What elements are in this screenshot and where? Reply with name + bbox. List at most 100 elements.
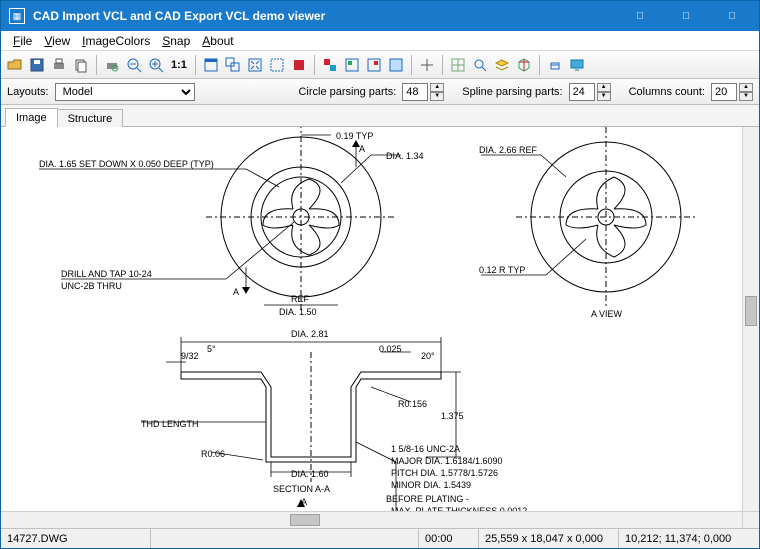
tab-structure[interactable]: Structure <box>57 109 124 127</box>
tab-strip: Image Structure <box>1 105 759 127</box>
fit-icon[interactable] <box>245 55 265 75</box>
toolbar: 1:1 <box>1 51 759 79</box>
save-icon[interactable] <box>27 55 47 75</box>
svg-text:1.375: 1.375 <box>441 411 464 421</box>
horizontal-scrollbar[interactable] <box>1 511 759 528</box>
spline-spinner[interactable]: ▲▼ <box>569 83 611 101</box>
layer4-icon[interactable] <box>386 55 406 75</box>
svg-text:1 5/8-16 UNC-2A: 1 5/8-16 UNC-2A <box>391 444 460 454</box>
status-coords: 10,212; 11,374; 0,000 <box>619 529 759 548</box>
svg-text:REF: REF <box>291 294 310 304</box>
svg-text:0.19 TYP: 0.19 TYP <box>336 131 373 141</box>
vertical-scrollbar[interactable] <box>742 127 759 511</box>
circle-label: Circle parsing parts: <box>298 86 396 98</box>
spline-up[interactable]: ▲ <box>597 83 611 92</box>
svg-text:SECTION A-A: SECTION A-A <box>273 484 330 494</box>
status-extent: 25,559 x 18,047 x 0,000 <box>479 529 619 548</box>
cad-drawing: DIA. 1.65 SET DOWN X 0.050 DEEP (TYP) DR… <box>1 127 731 511</box>
v-thumb[interactable] <box>745 296 757 326</box>
circle-spinner[interactable]: ▲▼ <box>402 83 444 101</box>
monitor-icon[interactable] <box>567 55 587 75</box>
menu-imagecolors[interactable]: ImageColors <box>76 32 156 50</box>
spline-input[interactable] <box>569 83 595 101</box>
zoom-reset-button[interactable]: 1:1 <box>168 55 190 75</box>
columns-down[interactable]: ▼ <box>739 92 753 101</box>
close-button[interactable]:  <box>709 1 755 31</box>
svg-text:9/32: 9/32 <box>181 351 199 361</box>
columns-spinner[interactable]: ▲▼ <box>711 83 753 101</box>
svg-text:PITCH DIA. 1.5778/1.5726: PITCH DIA. 1.5778/1.5726 <box>391 468 498 478</box>
circle-down[interactable]: ▼ <box>430 92 444 101</box>
grid-icon[interactable] <box>448 55 468 75</box>
svg-text:20°: 20° <box>421 351 435 361</box>
spline-label: Spline parsing parts: <box>462 86 562 98</box>
svg-text:DIA. 1.34: DIA. 1.34 <box>386 151 424 161</box>
layouts-select[interactable]: Model <box>55 83 195 101</box>
drawing-canvas[interactable]: DIA. 1.65 SET DOWN X 0.050 DEEP (TYP) DR… <box>1 127 742 511</box>
svg-text:THD LENGTH: THD LENGTH <box>141 419 199 429</box>
svg-text:BEFORE PLATING -: BEFORE PLATING - <box>386 494 469 504</box>
svg-text:DIA. 1.65 SET DOWN X 0.050 DEE: DIA. 1.65 SET DOWN X 0.050 DEEP (TYP) <box>39 159 214 169</box>
menu-snap[interactable]: Snap <box>156 32 196 50</box>
svg-text:0.12 R TYP: 0.12 R TYP <box>479 265 525 275</box>
svg-text:A: A <box>359 144 365 154</box>
open-icon[interactable] <box>5 55 25 75</box>
print-icon[interactable] <box>49 55 69 75</box>
window2-icon[interactable] <box>223 55 243 75</box>
menubar: File View ImageColors Snap About <box>1 31 759 51</box>
scroll-corner <box>742 512 759 528</box>
svg-text:0.025: 0.025 <box>379 344 402 354</box>
search-icon[interactable] <box>470 55 490 75</box>
print-preview-icon[interactable] <box>102 55 122 75</box>
statusbar: 14727.DWG 00:00 25,559 x 18,047 x 0,000 … <box>1 528 759 548</box>
selectall-icon[interactable] <box>267 55 287 75</box>
svg-text:UNC-2B THRU: UNC-2B THRU <box>61 281 122 291</box>
zoom-in-icon[interactable] <box>146 55 166 75</box>
stop-icon[interactable] <box>289 55 309 75</box>
circle-up[interactable]: ▲ <box>430 83 444 92</box>
menu-about[interactable]: About <box>196 32 239 50</box>
svg-text:MAX. PLATE THICKNESS 0.0012: MAX. PLATE THICKNESS 0.0012 <box>391 506 527 511</box>
layers-icon[interactable] <box>492 55 512 75</box>
columns-input[interactable] <box>711 83 737 101</box>
status-spacer <box>151 529 419 548</box>
svg-text:R0.156: R0.156 <box>398 399 427 409</box>
menu-view[interactable]: View <box>38 32 76 50</box>
status-filename: 14727.DWG <box>1 529 151 548</box>
window-title: CAD Import VCL and CAD Export VCL demo v… <box>33 9 617 23</box>
app-icon: ▦ <box>9 8 25 24</box>
spline-down[interactable]: ▼ <box>597 92 611 101</box>
3d-icon[interactable] <box>514 55 534 75</box>
dimension-icon[interactable] <box>417 55 437 75</box>
svg-text:DIA. 2.81: DIA. 2.81 <box>291 329 329 339</box>
layer3-icon[interactable] <box>364 55 384 75</box>
zoom-out-icon[interactable] <box>124 55 144 75</box>
svg-text:MAJOR DIA. 1.6184/1.6090: MAJOR DIA. 1.6184/1.6090 <box>391 456 503 466</box>
svg-text:DIA. 1.60: DIA. 1.60 <box>291 469 329 479</box>
svg-text:A: A <box>233 287 239 297</box>
minimize-button[interactable]:  <box>617 1 663 31</box>
svg-text:MINOR DIA. 1.5439: MINOR DIA. 1.5439 <box>391 480 471 490</box>
circle-input[interactable] <box>402 83 428 101</box>
content: DIA. 1.65 SET DOWN X 0.050 DEEP (TYP) DR… <box>1 127 759 528</box>
svg-text:DIA. 1.50: DIA. 1.50 <box>279 307 317 317</box>
svg-text:A VIEW: A VIEW <box>591 309 623 319</box>
settings-icon[interactable] <box>545 55 565 75</box>
maximize-button[interactable]:  <box>663 1 709 31</box>
titlebar: ▦ CAD Import VCL and CAD Export VCL demo… <box>1 1 759 31</box>
tab-image[interactable]: Image <box>5 108 58 127</box>
status-time: 00:00 <box>419 529 479 548</box>
svg-text:R0.06: R0.06 <box>201 449 225 459</box>
columns-up[interactable]: ▲ <box>739 83 753 92</box>
window1-icon[interactable] <box>201 55 221 75</box>
svg-text:DIA. 2.66 REF: DIA. 2.66 REF <box>479 145 538 155</box>
copy-icon[interactable] <box>71 55 91 75</box>
layer2-icon[interactable] <box>342 55 362 75</box>
columns-label: Columns count: <box>629 86 705 98</box>
layer1-icon[interactable] <box>320 55 340 75</box>
options-bar: Layouts: Model Circle parsing parts: ▲▼ … <box>1 79 759 105</box>
svg-text:DRILL AND TAP 10-24: DRILL AND TAP 10-24 <box>61 269 152 279</box>
menu-file[interactable]: File <box>7 32 38 50</box>
h-thumb[interactable] <box>290 514 320 526</box>
layouts-label: Layouts: <box>7 86 49 98</box>
